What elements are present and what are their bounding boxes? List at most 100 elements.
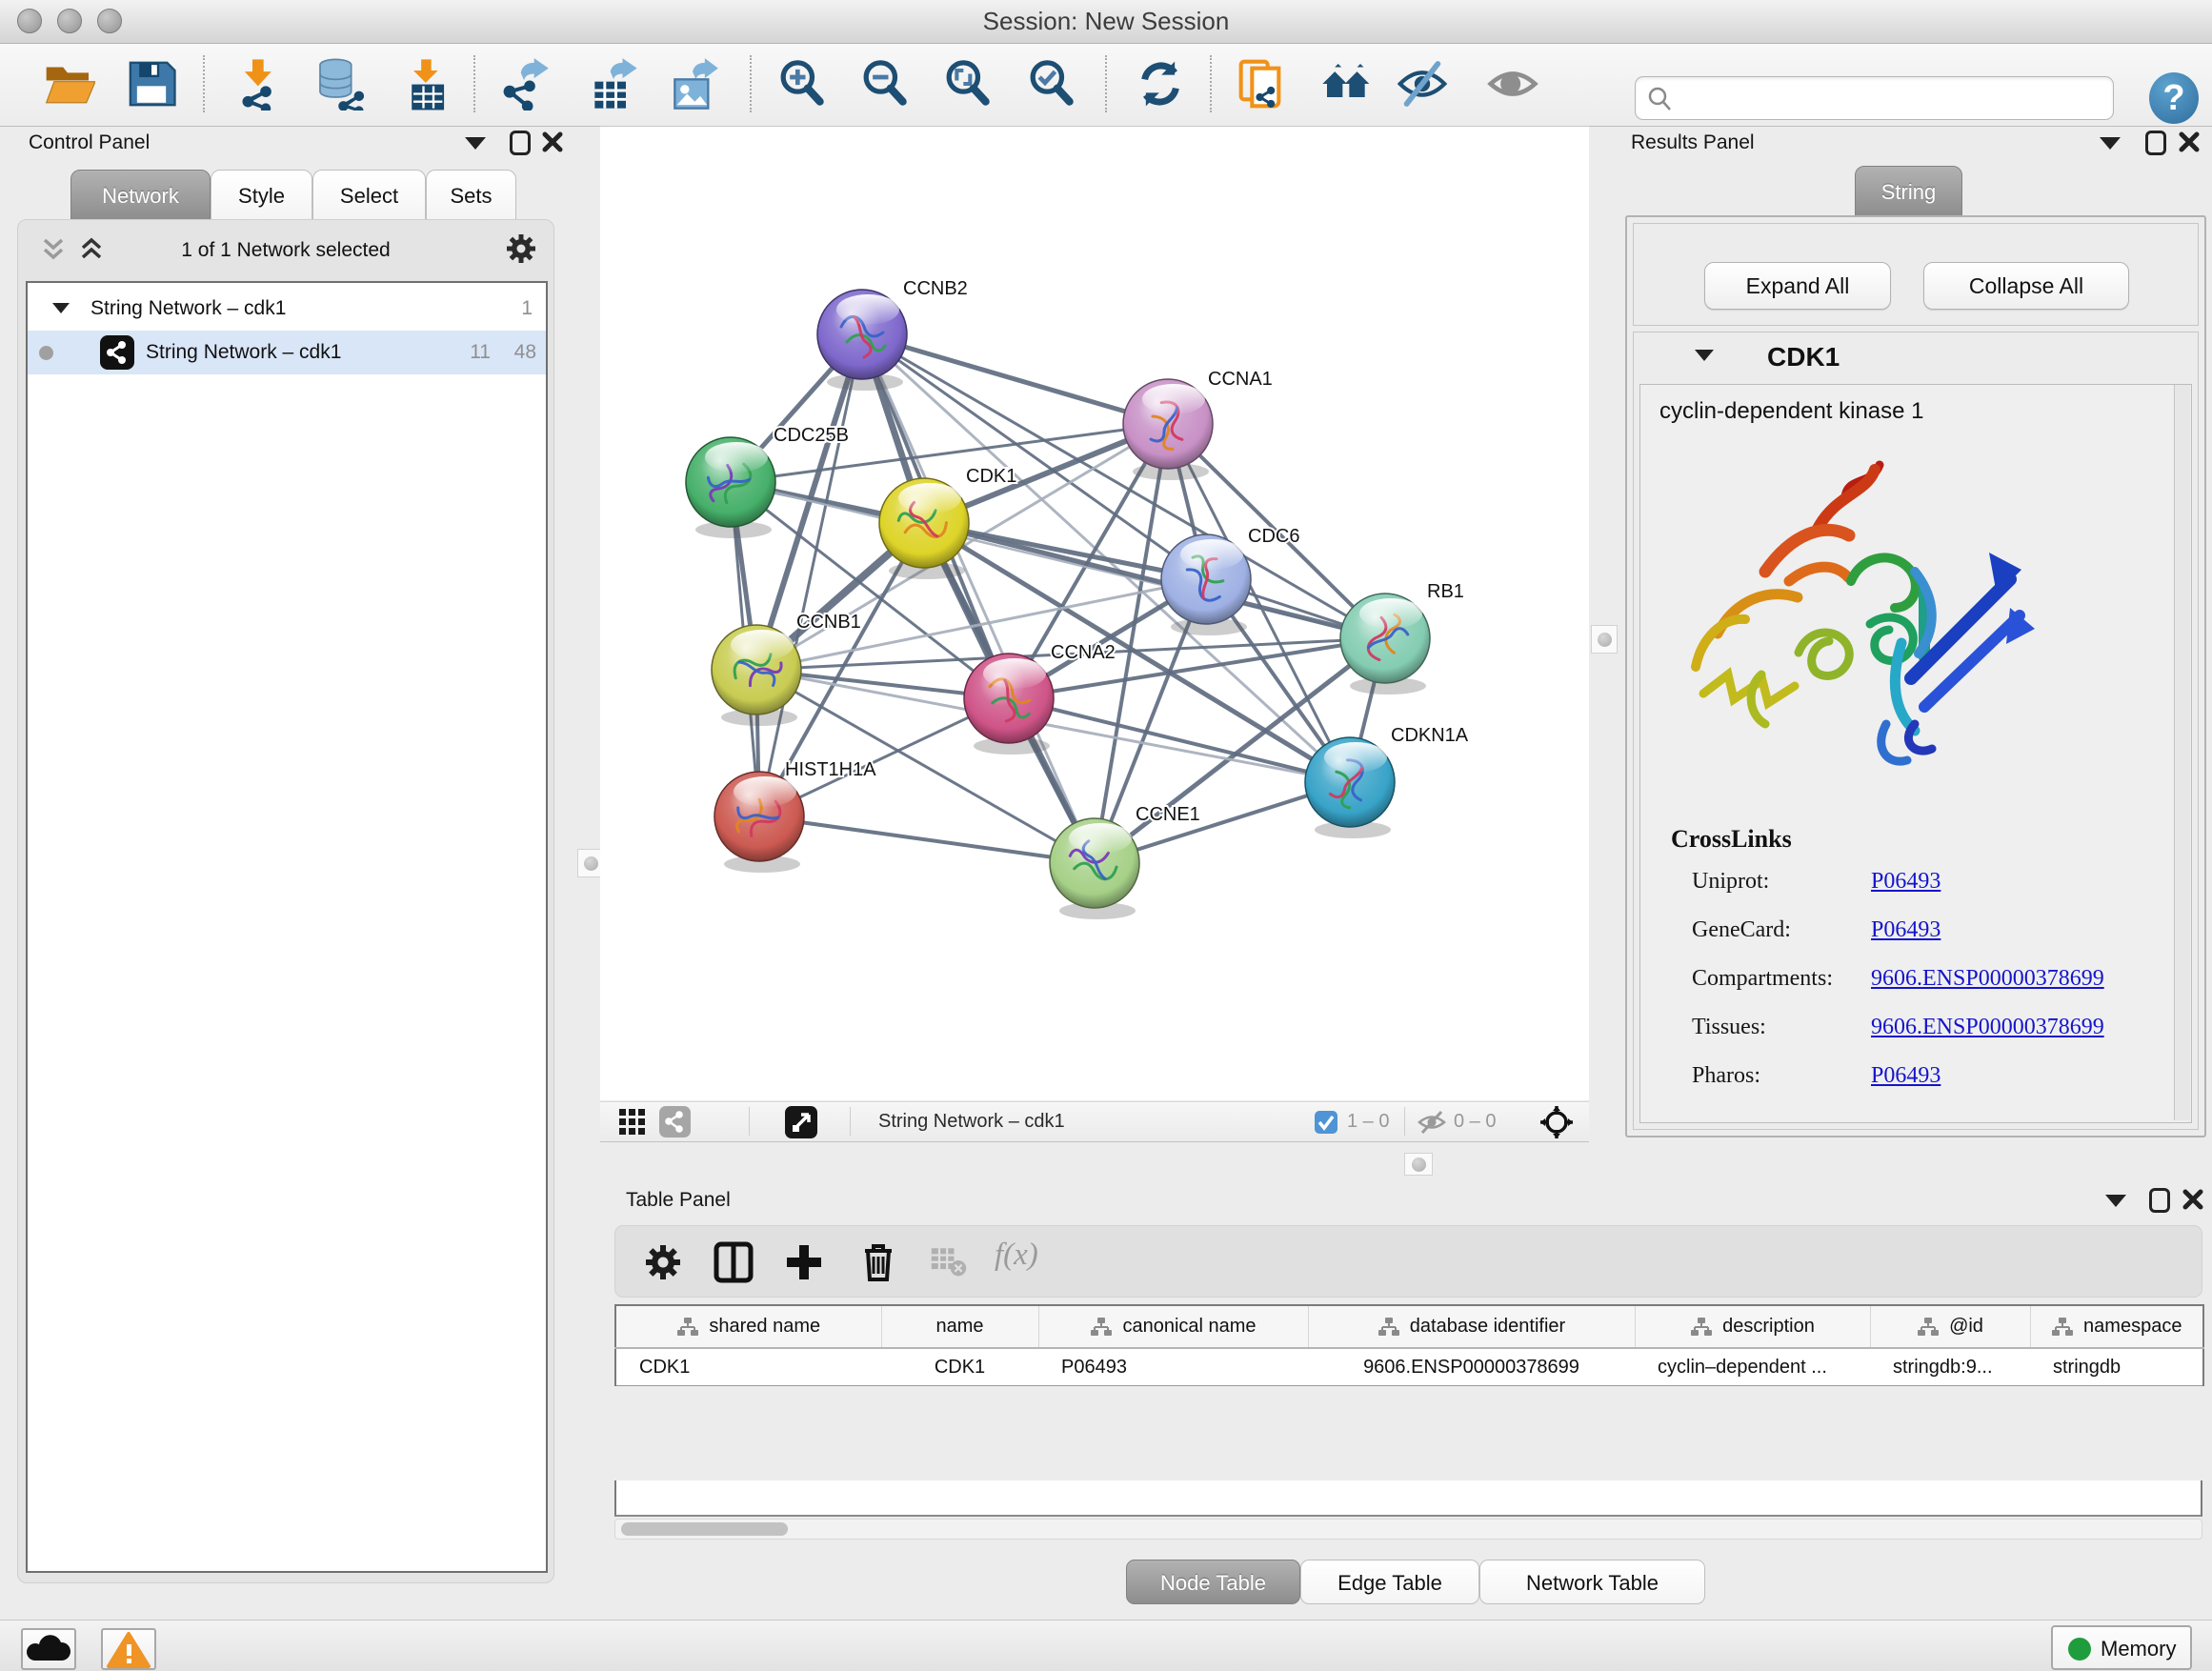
tab-network-table[interactable]: Network Table	[1479, 1560, 1705, 1604]
grid-view-icon[interactable]	[619, 1109, 646, 1140]
zoom-in-icon[interactable]	[775, 57, 829, 111]
node-selection-mode-icon[interactable]	[1539, 1105, 1574, 1144]
float-panel-icon[interactable]	[2145, 131, 2166, 155]
table-horizontal-scrollbar[interactable]	[614, 1519, 2202, 1540]
crosslink-pharos-link[interactable]: P06493	[1871, 1063, 1941, 1089]
network-node-CCNB1[interactable]	[712, 625, 801, 726]
column-header[interactable]: description	[1635, 1305, 1870, 1348]
cell-shared-name[interactable]: CDK1	[615, 1348, 881, 1386]
cell-id[interactable]: stringdb:9...	[1870, 1348, 2030, 1386]
right-splitter-handle[interactable]	[1591, 625, 1618, 654]
tab-string[interactable]: String	[1855, 166, 1962, 217]
column-header[interactable]: canonical name	[1038, 1305, 1308, 1348]
add-column-icon[interactable]	[783, 1241, 825, 1283]
protein-expander-icon[interactable]	[1695, 350, 1714, 361]
network-view-icon[interactable]	[659, 1106, 691, 1137]
crosslink-genecard-link[interactable]: P06493	[1871, 917, 1941, 943]
panel-menu-icon[interactable]	[2100, 137, 2121, 150]
open-session-icon[interactable]	[42, 57, 95, 111]
import-table-icon[interactable]	[400, 57, 453, 111]
options-gear-icon[interactable]	[504, 232, 538, 271]
column-header[interactable]: namespace	[2030, 1305, 2203, 1348]
cell-description[interactable]: cyclin–dependent ...	[1635, 1348, 1870, 1386]
network-canvas[interactable]: CCNB2CCNA1CDC25BCDK1CDC6RB1CCNB1CCNA2CDK…	[600, 126, 1589, 1100]
save-session-icon[interactable]	[125, 57, 178, 111]
tab-select[interactable]: Select	[312, 170, 426, 221]
help-button[interactable]: ?	[2149, 72, 2199, 124]
search-input[interactable]	[1681, 81, 2104, 115]
results-scrollbar[interactable]	[2174, 385, 2190, 1120]
bottom-splitter-handle[interactable]	[1404, 1153, 1433, 1176]
selected-checkbox-icon[interactable]	[1315, 1111, 1337, 1134]
cell-database-identifier[interactable]: 9606.ENSP00000378699	[1308, 1348, 1635, 1386]
network-row-selected[interactable]: String Network – cdk1 11 48	[28, 331, 546, 374]
network-node-CDKN1A[interactable]	[1305, 737, 1395, 838]
current-network-name: String Network – cdk1	[878, 1102, 1065, 1141]
crosslink-tissues-link[interactable]: 9606.ENSP00000378699	[1871, 1015, 2104, 1040]
hide-selected-icon[interactable]	[1396, 57, 1449, 111]
close-panel-icon[interactable]	[2182, 1188, 2204, 1211]
export-table-icon[interactable]	[586, 57, 639, 111]
column-header[interactable]: name	[881, 1305, 1038, 1348]
collection-expander-icon[interactable]	[52, 303, 70, 313]
cloud-button[interactable]	[21, 1628, 76, 1670]
show-columns-icon[interactable]	[713, 1241, 754, 1283]
memory-button[interactable]: Memory	[2051, 1625, 2192, 1670]
table-settings-gear-icon[interactable]	[642, 1241, 684, 1283]
close-panel-icon[interactable]	[541, 131, 564, 153]
cell-name[interactable]: CDK1	[881, 1348, 1038, 1386]
tab-style[interactable]: Style	[211, 170, 312, 221]
node-label-RB1: RB1	[1427, 581, 1464, 602]
panel-menu-icon[interactable]	[465, 137, 486, 150]
crosslink-compartments-link[interactable]: 9606.ENSP00000378699	[1871, 966, 2104, 992]
network-node-RB1[interactable]	[1340, 594, 1430, 695]
collapse-all-button[interactable]: Collapse All	[1923, 262, 2129, 310]
apply-layout-icon[interactable]	[1134, 57, 1187, 111]
column-header[interactable]: @id	[1870, 1305, 2030, 1348]
zoom-out-icon[interactable]	[858, 57, 912, 111]
network-node-CCNB2[interactable]	[817, 290, 907, 391]
float-panel-icon[interactable]	[510, 131, 531, 155]
cell-canonical-name[interactable]: P06493	[1038, 1348, 1308, 1386]
first-neighbors-icon[interactable]	[1320, 57, 1374, 111]
column-header[interactable]: database identifier	[1308, 1305, 1635, 1348]
network-edge[interactable]	[759, 816, 1095, 863]
column-header[interactable]: shared name	[615, 1305, 881, 1348]
import-network-icon[interactable]	[232, 57, 286, 111]
export-network-icon[interactable]	[496, 57, 550, 111]
protein-section: CDK1 cyclin-dependent kinase 1	[1633, 332, 2199, 1130]
network-node-CCNA1[interactable]	[1123, 379, 1213, 480]
panel-menu-icon[interactable]	[2105, 1195, 2126, 1207]
tab-edge-table[interactable]: Edge Table	[1300, 1560, 1479, 1604]
network-view-toolbar: String Network – cdk1 1 – 0 0 – 0	[600, 1101, 1589, 1142]
tab-network[interactable]: Network	[70, 170, 211, 221]
scrollbar-thumb[interactable]	[621, 1522, 788, 1536]
birdseye-view-icon[interactable]	[785, 1106, 817, 1138]
float-panel-icon[interactable]	[2149, 1188, 2170, 1213]
show-all-icon[interactable]	[1486, 57, 1539, 111]
import-network-from-database-icon[interactable]	[313, 57, 367, 111]
zoom-selected-icon[interactable]	[1025, 57, 1078, 111]
expand-all-button[interactable]: Expand All	[1704, 262, 1891, 310]
zoom-fit-icon[interactable]	[941, 57, 995, 111]
export-image-icon[interactable]	[666, 57, 719, 111]
close-panel-icon[interactable]	[2178, 131, 2201, 153]
network-node-HIST1H1A[interactable]	[714, 772, 804, 873]
search-box	[1635, 76, 2114, 120]
warnings-button[interactable]	[101, 1628, 156, 1670]
network-edge[interactable]	[862, 334, 1168, 424]
network-node-CDC25B[interactable]	[686, 437, 775, 538]
delete-column-icon[interactable]	[857, 1241, 899, 1283]
delete-table-icon	[930, 1241, 968, 1283]
network-edge[interactable]	[862, 334, 1095, 863]
cell-namespace[interactable]: stringdb	[2030, 1348, 2203, 1386]
network-collection-row[interactable]: String Network – cdk1 1	[28, 287, 546, 331]
tab-node-table[interactable]: Node Table	[1126, 1560, 1300, 1604]
network-node-CCNE1[interactable]	[1050, 818, 1139, 919]
tab-sets[interactable]: Sets	[426, 170, 516, 221]
table-row[interactable]: CDK1 CDK1 P06493 9606.ENSP00000378699 cy…	[615, 1348, 2203, 1386]
network-from-clipboard-icon[interactable]	[1237, 57, 1290, 111]
crosslink-uniprot-link[interactable]: P06493	[1871, 869, 1941, 895]
network-edge[interactable]	[759, 334, 862, 816]
node-label-CCNB2: CCNB2	[903, 278, 968, 299]
